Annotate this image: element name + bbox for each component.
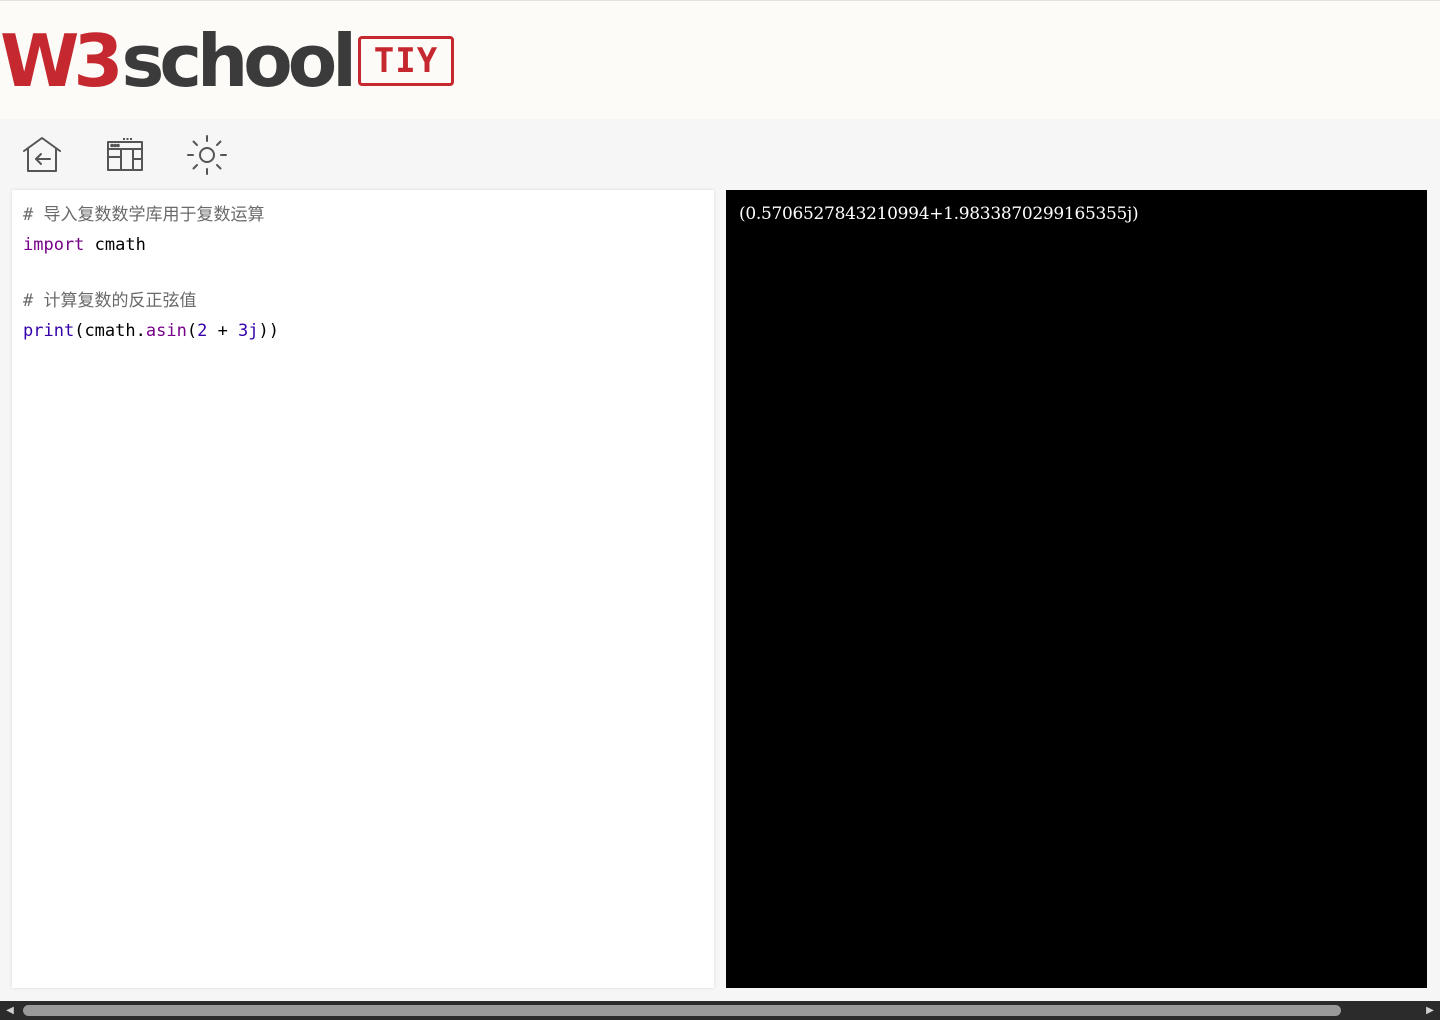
- keyword-token: import: [23, 235, 85, 255]
- layout-toggle-icon: [107, 138, 143, 171]
- theme-brightness-icon: [187, 135, 227, 175]
- paren-token: (: [74, 321, 85, 341]
- home-back-icon: [23, 137, 61, 172]
- horizontal-scrollbar[interactable]: ◀ ▶: [0, 1001, 1440, 1020]
- object-token: cmath: [84, 321, 136, 341]
- code-line-5: print(cmath.asin(2 + 3j)): [23, 316, 279, 346]
- layout-toggle-button[interactable]: [102, 133, 148, 177]
- method-token: asin: [145, 321, 187, 341]
- home-back-button[interactable]: [19, 133, 65, 177]
- builtin-token: print: [23, 321, 75, 341]
- scrollbar-thumb[interactable]: [23, 1005, 1341, 1016]
- code-line-2: import cmath: [23, 230, 279, 260]
- operator-token: +: [207, 321, 239, 341]
- scroll-right-arrow[interactable]: ▶: [1420, 1001, 1440, 1020]
- scroll-left-arrow[interactable]: ◀: [0, 1001, 20, 1020]
- comment-token: # 导入复数数学库用于复数运算: [23, 205, 265, 225]
- code-line-4: # 计算复数的反正弦值: [23, 286, 279, 316]
- tiy-badge: TIY: [358, 36, 454, 86]
- site-header: W3 school TIY: [0, 0, 1440, 119]
- tryit-page: W3 school TIY # 导入复数数学库用于复数运算 import cma…: [0, 0, 1440, 1020]
- logo-w3-text: W3: [0, 19, 123, 103]
- paren-token: )): [258, 321, 280, 341]
- number-token: 2: [197, 321, 208, 341]
- code-editor[interactable]: # 导入复数数学库用于复数运算 import cmath # 计算复数的反正弦值 pr…: [12, 190, 714, 988]
- theme-toggle-button[interactable]: [184, 133, 230, 177]
- code-line-1: # 导入复数数学库用于复数运算: [23, 200, 279, 230]
- dot-token: .: [135, 321, 146, 341]
- toolbar: [0, 119, 1440, 190]
- output-panel: (0.5706527843210994+1.9833870299165355j): [726, 190, 1427, 988]
- code-content[interactable]: # 导入复数数学库用于复数运算 import cmath # 计算复数的反正弦值 pr…: [23, 200, 279, 346]
- w3school-logo[interactable]: W3 school: [0, 19, 357, 103]
- output-text: (0.5706527843210994+1.9833870299165355j): [739, 204, 1139, 224]
- module-token: cmath: [94, 235, 146, 255]
- paren-token: (: [186, 321, 198, 341]
- comment-token: # 计算复数的反正弦值: [23, 291, 197, 311]
- number-token: 3j: [238, 321, 259, 341]
- logo-school-text: school: [121, 19, 357, 103]
